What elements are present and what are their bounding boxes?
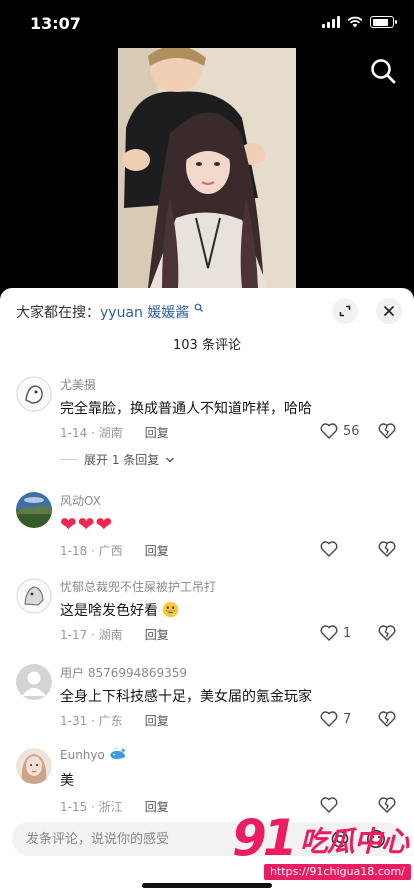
chevron-down-icon (166, 457, 175, 462)
comment-date-location: 1-18 · 广西 (60, 544, 123, 558)
cellular-signal-icon (322, 16, 340, 28)
broken-heart-icon (378, 711, 396, 727)
heart-outline-icon (320, 625, 338, 641)
whale-emoji-icon (109, 747, 126, 759)
comment-username[interactable]: 忧郁总裁兜不住屎被护工吊打 (60, 578, 216, 595)
comment-sheet-header: 大家都在搜：yyuan 媛媛酱 (0, 288, 414, 334)
watermark-number: 91 (232, 809, 298, 867)
broken-heart-icon (378, 541, 396, 557)
wifi-icon (347, 16, 363, 28)
like-button[interactable]: 56 (320, 423, 360, 439)
expand-replies-label: 展开 1 条回复 (84, 453, 160, 467)
status-time: 13:07 (30, 14, 81, 33)
dislike-button[interactable] (378, 625, 396, 645)
trending-search-keyword[interactable]: yyuan 媛媛酱 (100, 305, 189, 321)
avatar-image (16, 578, 52, 614)
broken-heart-icon (378, 423, 396, 439)
grinning-emoji-icon (163, 601, 179, 618)
status-icons (322, 16, 397, 28)
like-count: 7 (343, 711, 352, 727)
comment-meta: 1-31 · 广东 回复 (60, 712, 169, 729)
comment-text: 美 (60, 773, 74, 789)
comment-text: 完全靠脸，换成普通人不知道咋样，哈哈 (60, 401, 312, 417)
video-thumbnail-image (118, 48, 296, 288)
comment-item: 风动OX ❤❤❤ 1-18 · 广西 回复 (0, 492, 414, 562)
comment-username[interactable]: 风动OX (60, 492, 101, 509)
avatar-image (16, 376, 52, 412)
battery-icon (370, 16, 397, 28)
comment-item: 用户 8576994869359 全身上下科技感十足，美女届的氪金玩家 1-31… (0, 664, 414, 734)
reply-button[interactable]: 回复 (145, 628, 169, 642)
search-icon (371, 59, 396, 84)
comment-meta: 1-14 · 湖南 回复 (60, 424, 169, 441)
watermark-logo: 91 吃瓜中心 https://91chigua18.com/ (226, 808, 414, 888)
avatar[interactable] (16, 492, 52, 528)
comment-username[interactable]: Eunhyo (60, 747, 127, 762)
watermark-url: https://91chigua18.com/ (264, 864, 411, 880)
trending-search-prefix: 大家都在搜： (16, 305, 100, 321)
reply-button[interactable]: 回复 (145, 426, 169, 440)
comment-count: 103 条评论 (173, 338, 241, 353)
comment-text-content: 这是啥发色好看 (60, 603, 158, 619)
like-button[interactable]: 1 (320, 625, 351, 641)
comment-username-text: Eunhyo (60, 748, 105, 762)
comment-meta: 1-18 · 广西 回复 (60, 542, 169, 559)
avatar[interactable] (16, 578, 52, 614)
heart-outline-icon (320, 711, 338, 727)
reply-button[interactable]: 回复 (145, 714, 169, 728)
divider-line (60, 459, 78, 460)
small-search-icon (194, 303, 203, 312)
comment-text: 这是啥发色好看 (60, 600, 179, 620)
status-bar: 13:07 (0, 0, 414, 48)
expand-icon (339, 305, 351, 317)
watermark-brand-name: 吃瓜中心 (300, 825, 409, 858)
broken-heart-icon (378, 625, 396, 641)
search-button[interactable] (368, 56, 398, 86)
video-player[interactable] (0, 48, 414, 288)
comment-text: ❤❤❤ (60, 512, 114, 536)
avatar[interactable] (16, 748, 52, 784)
comment-sheet: 大家都在搜：yyuan 媛媛酱 103 条评论 尤美摄 完全靠脸，换成普通人不知… (0, 288, 414, 896)
heart-outline-icon (320, 541, 338, 557)
home-indicator (142, 883, 272, 888)
comment-date-location: 1-17 · 湖南 (60, 628, 123, 642)
expand-replies-button[interactable]: 展开 1 条回复 (60, 451, 175, 468)
comment-date-location: 1-14 · 湖南 (60, 426, 123, 440)
close-icon (383, 305, 395, 317)
default-avatar-image (16, 664, 52, 700)
like-count: 1 (343, 625, 352, 641)
avatar-image (16, 492, 52, 528)
like-button[interactable] (320, 541, 343, 557)
comment-meta: 1-17 · 湖南 回复 (60, 626, 169, 643)
like-count: 56 (343, 423, 360, 439)
video-frame[interactable] (118, 48, 296, 288)
comment-item: 忧郁总裁兜不住屎被护工吊打 这是啥发色好看 1-17 · 湖南 回复 1 (0, 578, 414, 648)
comment-username[interactable]: 尤美摄 (60, 376, 96, 393)
reply-button[interactable]: 回复 (145, 544, 169, 558)
trending-search-link[interactable]: 大家都在搜：yyuan 媛媛酱 (16, 302, 204, 322)
dislike-button[interactable] (378, 423, 396, 443)
comment-text: 全身上下科技感十足，美女届的氪金玩家 (60, 689, 312, 705)
expand-sheet-button[interactable] (332, 298, 358, 324)
comment-date-location: 1-15 · 浙江 (60, 800, 123, 814)
like-button[interactable]: 7 (320, 711, 351, 727)
heart-outline-icon (320, 423, 338, 439)
comment-item: 尤美摄 完全靠脸，换成普通人不知道咋样，哈哈 1-14 · 湖南 回复 56 展开… (0, 372, 414, 472)
close-sheet-button[interactable] (376, 298, 402, 324)
reply-button[interactable]: 回复 (145, 800, 169, 814)
dislike-button[interactable] (378, 541, 396, 561)
dislike-button[interactable] (378, 711, 396, 731)
avatar-image (16, 748, 52, 784)
comment-meta: 1-15 · 浙江 回复 (60, 798, 169, 815)
comment-date-location: 1-31 · 广东 (60, 714, 123, 728)
avatar[interactable] (16, 664, 52, 700)
comment-username[interactable]: 用户 8576994869359 (60, 664, 187, 681)
avatar[interactable] (16, 376, 52, 412)
